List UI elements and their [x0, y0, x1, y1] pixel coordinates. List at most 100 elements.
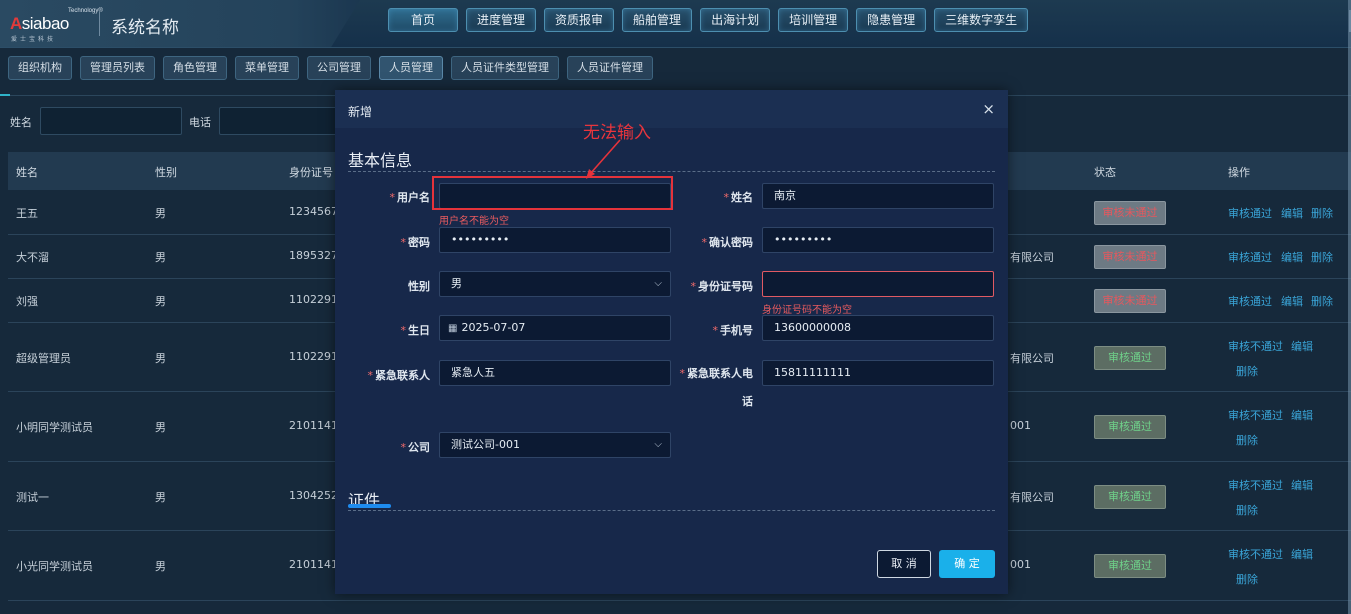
cell-name: 刘强	[16, 295, 38, 308]
cell-gender: 男	[155, 207, 166, 220]
status-badge: 审核未通过	[1094, 201, 1166, 225]
contact-phone-label: * 紧急联系人电话	[679, 367, 754, 408]
birthday-value: 2025-07-07	[461, 321, 526, 334]
cell-gender: 男	[155, 421, 166, 434]
reject-link[interactable]: 审核不通过	[1228, 546, 1283, 562]
delete-link[interactable]: 删除	[1236, 363, 1258, 379]
reject-link[interactable]: 审核不通过	[1228, 477, 1283, 493]
tab-org[interactable]: 组织机构	[8, 56, 72, 80]
nav-training[interactable]: 培训管理	[778, 8, 849, 32]
search-phone-input[interactable]	[219, 107, 341, 135]
dialog-title: 新增	[348, 105, 373, 119]
edit-link[interactable]: 编辑	[1291, 477, 1313, 493]
tab-menu[interactable]: 菜单管理	[235, 56, 299, 80]
gender-label: 性别	[408, 280, 430, 293]
top-nav: 首页 进度管理 资质报审 船舶管理 出海计划 培训管理 隐患管理 三维数字孪生	[388, 8, 1029, 32]
nav-home[interactable]: 首页	[388, 8, 459, 32]
tab-cert-type[interactable]: 人员证件类型管理	[451, 56, 559, 80]
nav-qualification[interactable]: 资质报审	[544, 8, 615, 32]
confirm-password-label: * 确认密码	[701, 236, 754, 249]
chevron-down-icon: ⌵	[654, 278, 662, 289]
edit-link[interactable]: 编辑	[1281, 249, 1303, 265]
password-input[interactable]: •••••••••	[439, 227, 671, 253]
col-name: 姓名	[16, 166, 38, 179]
reject-link[interactable]: 审核不通过	[1228, 338, 1283, 354]
tab-company[interactable]: 公司管理	[307, 56, 371, 80]
search-name-label: 姓名	[10, 116, 32, 129]
edit-link[interactable]: 编辑	[1291, 407, 1313, 423]
company-select[interactable]: 测试公司-001 ⌵	[439, 432, 671, 458]
chevron-down-icon: ⌵	[654, 439, 662, 450]
edit-link[interactable]: 编辑	[1281, 293, 1303, 309]
contact-input[interactable]: 紧急人五	[439, 360, 671, 386]
approve-link[interactable]: 审核通过	[1228, 205, 1272, 221]
confirm-password-input[interactable]: •••••••••	[762, 227, 994, 253]
delete-link[interactable]: 删除	[1311, 205, 1333, 221]
cell-company: 001	[1010, 419, 1031, 432]
dialog-header: 新增 ×	[335, 90, 1008, 128]
idcard-label: * 身份证号码	[690, 280, 754, 293]
section-basic-line	[348, 171, 995, 172]
company-value: 测试公司-001	[451, 438, 520, 451]
edit-link[interactable]: 编辑	[1291, 546, 1313, 562]
idcard-input[interactable]	[762, 271, 994, 297]
cell-gender: 男	[155, 251, 166, 264]
header-divider	[99, 12, 100, 36]
birthday-picker[interactable]: ▦ 2025-07-07	[439, 315, 671, 341]
top-header: Technology® Asiabao 爱士宝科技 系统名称 首页 进度管理 资…	[0, 0, 1351, 48]
cell-company: 有限公司	[1010, 352, 1054, 365]
realname-input[interactable]: 南京	[762, 183, 994, 209]
realname-label: * 姓名	[723, 191, 754, 204]
cancel-button[interactable]: 取 消	[877, 550, 931, 578]
delete-link[interactable]: 删除	[1311, 249, 1333, 265]
gender-value: 男	[451, 277, 462, 290]
nav-vessel[interactable]: 船舶管理	[622, 8, 693, 32]
idcard-error: 身份证号码不能为空	[762, 305, 852, 316]
tab-admin-list[interactable]: 管理员列表	[80, 56, 155, 80]
cell-company: 001	[1010, 558, 1031, 571]
mobile-input[interactable]: 13600000008	[762, 315, 994, 341]
approve-link[interactable]: 审核通过	[1228, 293, 1272, 309]
sub-nav: 组织机构 管理员列表 角色管理 菜单管理 公司管理 人员管理 人员证件类型管理 …	[8, 56, 653, 80]
cell-name: 大不溜	[16, 251, 49, 264]
confirm-button[interactable]: 确 定	[939, 550, 995, 578]
col-gender: 性别	[155, 166, 177, 179]
logo-cn: 爱士宝科技	[11, 36, 57, 43]
contact-phone-input[interactable]: 15811111111	[762, 360, 994, 386]
add-person-dialog: 新增 × 基本信息 * 用户名 用户名不能为空 * 姓名 南京 * 密码 ••••••…	[335, 90, 1008, 594]
tab-role[interactable]: 角色管理	[163, 56, 227, 80]
mobile-label: * 手机号	[712, 324, 754, 337]
delete-link[interactable]: 删除	[1236, 432, 1258, 448]
nav-hazard[interactable]: 隐患管理	[856, 8, 927, 32]
password-label: * 密码	[400, 236, 431, 249]
cell-name: 超级管理员	[16, 352, 71, 365]
nav-digital-twin[interactable]: 三维数字孪生	[934, 8, 1029, 32]
section-cert-underline	[348, 504, 391, 508]
username-label: * 用户名	[389, 191, 431, 204]
tab-cert[interactable]: 人员证件管理	[567, 56, 653, 80]
delete-link[interactable]: 删除	[1236, 502, 1258, 518]
cell-company: 有限公司	[1010, 251, 1054, 264]
cell-gender: 男	[155, 560, 166, 573]
calendar-icon: ▦	[448, 323, 458, 334]
status-badge: 审核通过	[1094, 415, 1166, 439]
col-ops: 操作	[1228, 166, 1250, 179]
cell-name: 测试一	[16, 491, 49, 504]
birthday-label: * 生日	[400, 324, 431, 337]
approve-link[interactable]: 审核通过	[1228, 249, 1272, 265]
gender-select[interactable]: 男 ⌵	[439, 271, 671, 297]
cell-gender: 男	[155, 295, 166, 308]
delete-link[interactable]: 删除	[1311, 293, 1333, 309]
edit-link[interactable]: 编辑	[1291, 338, 1313, 354]
nav-sea-plan[interactable]: 出海计划	[700, 8, 771, 32]
reject-link[interactable]: 审核不通过	[1228, 407, 1283, 423]
tab-personnel[interactable]: 人员管理	[379, 56, 443, 80]
nav-progress[interactable]: 进度管理	[466, 8, 537, 32]
delete-link[interactable]: 删除	[1236, 571, 1258, 587]
col-status: 状态	[1094, 166, 1116, 179]
search-phone-label: 电话	[189, 116, 211, 129]
close-icon[interactable]: ×	[982, 100, 995, 118]
edit-link[interactable]: 编辑	[1281, 205, 1303, 221]
search-name-input[interactable]	[40, 107, 182, 135]
section-basic-title: 基本信息	[348, 151, 413, 170]
